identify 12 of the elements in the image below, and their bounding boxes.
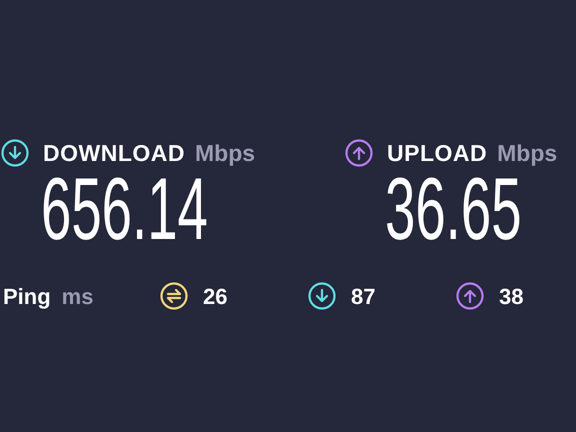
metric-label: DOWNLOAD [43,138,185,168]
unit-label: Mbps [194,138,256,168]
speed-value: 36.65 [385,172,522,246]
ping-value: 26 [203,282,228,310]
ping-label: Ping [3,282,51,311]
ping-value: 87 [351,282,376,310]
speed-value: 656.14 [41,172,208,246]
metric-label: UPLOAD [387,138,488,168]
unit-label: ms [62,282,94,310]
unit-label: Mbps [497,138,558,168]
ping-value: 38 [499,282,524,310]
ping-icon [160,282,188,310]
